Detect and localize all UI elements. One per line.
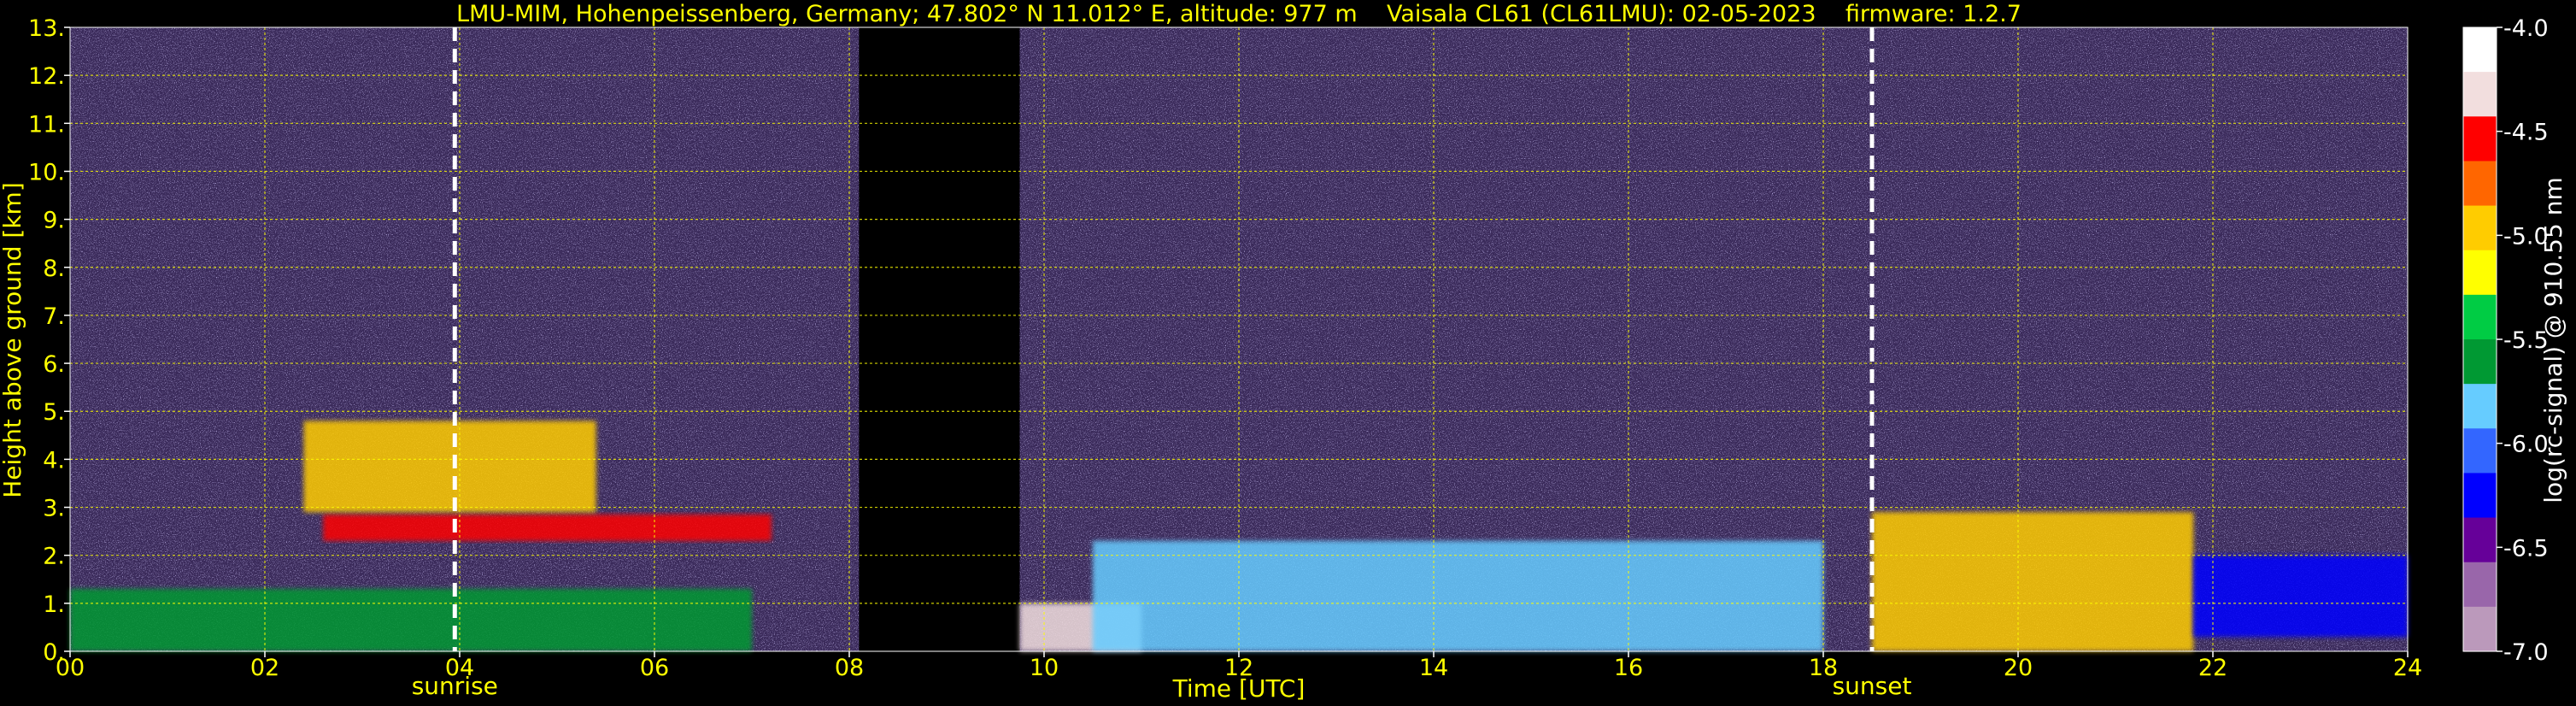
x-tick-label: 22 [2198,655,2227,681]
feature-evening-boundary-layer [1872,512,2194,651]
colorbar-segment [2463,562,2497,608]
colorbar-segment [2463,339,2497,385]
colorbar-segment [2463,517,2497,563]
colorbar-segment [2463,473,2497,519]
x-tick-label: 24 [2393,655,2422,681]
sunset-label: sunset [1833,672,1912,700]
x-tick-label: 18 [1809,655,1838,681]
x-tick-label: 06 [640,655,669,681]
chart-title: LMU-MIM, Hohenpeissenberg, Germany; 47.8… [456,1,2021,27]
x-tick-label: 14 [1419,655,1448,681]
y-tick-label: 3. [43,496,65,522]
y-tick-label: 11. [28,111,65,138]
x-tick-label: 20 [2004,655,2033,681]
colorbar-label: log(rc-signal) @ 910.55 nm [2539,177,2567,503]
x-tick-label: 10 [1030,655,1059,681]
colorbar-segment [2463,606,2497,652]
y-tick-label: 1. [43,591,65,618]
colorbar-segment [2463,428,2497,474]
ceilometer-chart: sunrise sunset 00 02 04 06 08 10 12 14 16 18 20 22 24… [0,1,2567,703]
colorbar-segment [2463,294,2497,340]
y-tick-label: 0. [43,639,65,666]
y-tick-label: 5. [43,399,65,426]
colorbar: -4.0-4.5-5.0-5.5-6.0-6.5-7.0 [2462,15,2549,666]
colorbar-tick-label: -4.0 [2503,15,2549,42]
y-tick-label: 2. [43,544,65,570]
y-tick-label: 12. [28,63,65,90]
y-axis-label: Height above ground [km] [0,182,26,498]
y-tick-label: 13. [28,15,65,42]
colorbar-segment [2463,384,2497,429]
feature-aerosol-boundary-layer [70,589,752,651]
colorbar-segment [2463,161,2497,207]
y-tick-label: 8. [43,256,65,282]
feature-residual-layer [2193,555,2408,638]
feature-daytime-boundary-layer [1093,540,1823,651]
y-tick-label: 4. [43,447,65,474]
y-tick-label: 10. [28,159,65,185]
colorbar-segment [2463,205,2497,251]
x-tick-label: 16 [1614,655,1643,681]
colorbar-tick-label: -7.0 [2503,639,2549,666]
colorbar-tick-label: -6.5 [2503,535,2549,562]
colorbar-segment [2463,116,2497,162]
x-tick-label: 08 [835,655,864,681]
colorbar-tick-label: -4.5 [2503,120,2549,146]
feature-convective-plumes [303,421,596,513]
x-tick-label: 04 [445,655,474,681]
colorbar-segment [2463,72,2497,117]
x-axis-label: Time [UTC] [1172,674,1306,703]
y-ticks: 0. 1. 2. 3. 4. 5. 6. 7. 8. 9. 10. 11. 12. 13. [28,15,70,666]
y-tick-label: 7. [43,303,65,330]
feature-rising-aerosol-layer-top [323,514,772,541]
colorbar-segment [2463,27,2497,73]
y-tick-label: 6. [43,351,65,378]
y-tick-label: 9. [43,208,65,234]
colorbar-segment [2463,250,2497,296]
feature-missing-data [859,27,1020,651]
x-tick-label: 02 [250,655,279,681]
